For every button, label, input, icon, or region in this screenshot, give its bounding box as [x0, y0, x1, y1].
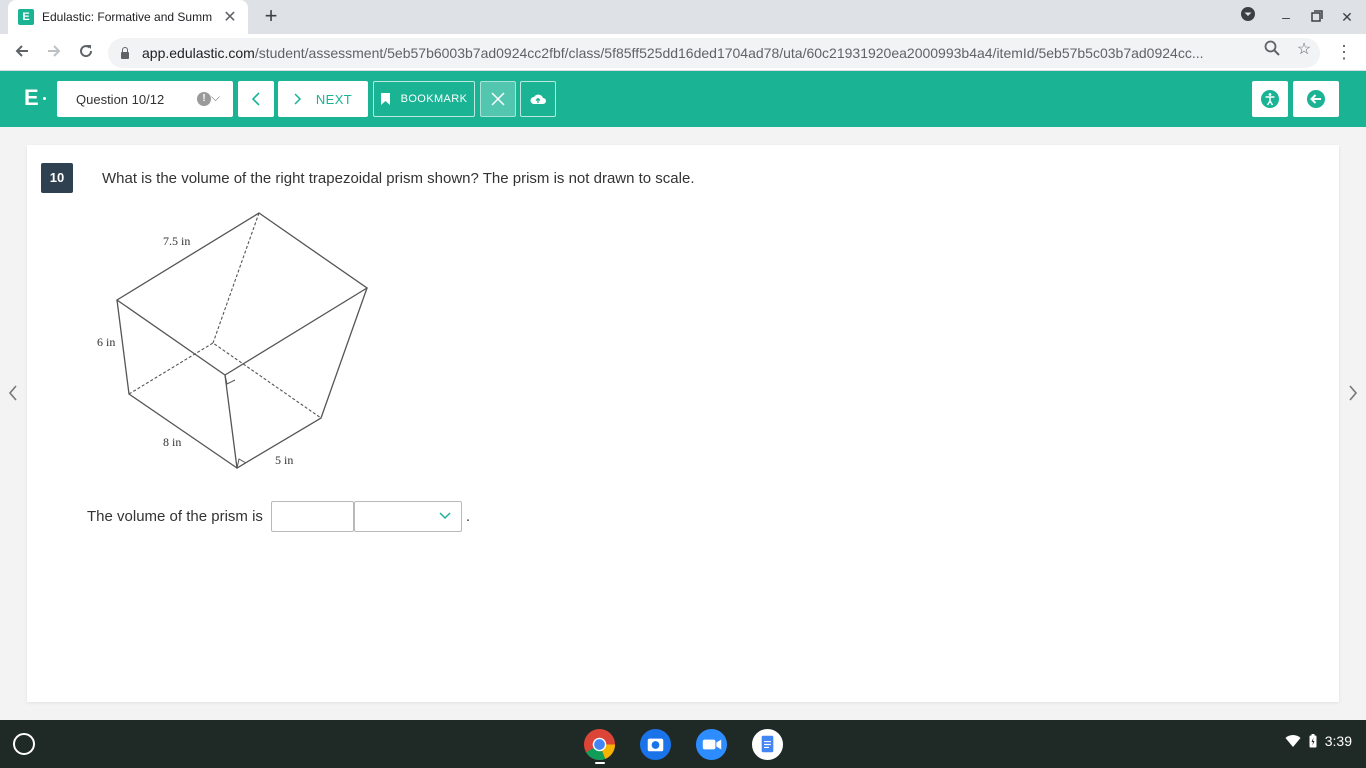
- wifi-icon: [1285, 735, 1301, 747]
- lock-icon: [120, 47, 130, 59]
- forward-icon[interactable]: [41, 40, 67, 66]
- url-path: /student/assessment/5eb57b6003b7ad0924cc…: [254, 45, 1204, 61]
- chevron-down-icon: [439, 508, 451, 523]
- alert-icon: !: [197, 92, 211, 106]
- tab-search-icon[interactable]: [1237, 6, 1259, 28]
- question-text: What is the volume of the right trapezoi…: [102, 170, 695, 187]
- url-field[interactable]: app.edulastic.com/student/assessment/5eb…: [108, 38, 1320, 68]
- browser-tab[interactable]: E Edulastic: Formative and Summ ✕: [8, 0, 248, 34]
- question-card: 10 What is the volume of the right trape…: [27, 145, 1339, 702]
- new-tab-icon[interactable]: +: [258, 4, 284, 30]
- close-icon: [491, 92, 505, 106]
- zoom-app-icon[interactable]: [695, 728, 728, 761]
- edulastic-favicon-icon: E: [18, 9, 34, 25]
- active-app-indicator: [595, 762, 605, 764]
- status-tray[interactable]: 3:39: [1285, 733, 1352, 749]
- previous-page-arrow-icon[interactable]: [5, 384, 21, 406]
- accessibility-icon: [1261, 90, 1279, 108]
- launcher-icon[interactable]: [13, 733, 35, 755]
- browser-menu-icon[interactable]: ⋮: [1332, 40, 1356, 64]
- google-docs-icon[interactable]: [751, 728, 784, 761]
- next-page-arrow-icon[interactable]: [1345, 384, 1361, 406]
- next-label: NEXT: [315, 91, 353, 107]
- bookmark-star-icon[interactable]: ☆: [1294, 40, 1314, 60]
- address-bar: app.edulastic.com/student/assessment/5eb…: [0, 34, 1366, 71]
- eliminator-button[interactable]: [480, 81, 516, 117]
- bookmark-button[interactable]: BOOKMARK: [373, 81, 475, 117]
- question-selector[interactable]: Question 10/12 ! ⌵: [57, 81, 233, 117]
- close-tab-icon[interactable]: ✕: [222, 7, 238, 27]
- assessment-toolbar: E Question 10/12 ! ⌵ NEXT BOOKMARK: [0, 71, 1366, 127]
- edulastic-logo: E: [24, 85, 39, 110]
- unit-dropdown[interactable]: [353, 500, 462, 532]
- chevron-down-icon: ⌵: [211, 90, 221, 104]
- volume-answer-input[interactable]: [270, 500, 354, 532]
- save-button[interactable]: [520, 81, 556, 117]
- tab-title: Edulastic: Formative and Summ: [42, 10, 213, 24]
- clock-time: 3:39: [1324, 733, 1352, 749]
- cloud-upload-icon: [530, 94, 546, 104]
- previous-button[interactable]: [238, 81, 274, 117]
- reload-icon[interactable]: [73, 40, 99, 66]
- answer-suffix: .: [465, 507, 471, 525]
- label-top-edge: 7.5 in: [163, 234, 190, 248]
- minimize-icon[interactable]: –: [1275, 6, 1297, 28]
- close-window-icon[interactable]: ✕: [1336, 6, 1358, 28]
- trapezoidal-prism-figure: 7.5 in 6 in 8 in 5 in: [97, 212, 369, 470]
- label-bottom-right: 5 in: [275, 453, 293, 467]
- label-left-edge: 6 in: [97, 335, 115, 349]
- chevron-right-icon: [294, 93, 301, 105]
- url-host: app.edulastic.com: [142, 45, 255, 61]
- question-number-badge: 10: [41, 163, 73, 193]
- answer-prefix: The volume of the prism is: [87, 507, 263, 525]
- camera-icon[interactable]: [639, 728, 672, 761]
- exit-arrow-icon: [1307, 90, 1325, 108]
- chrome-icon[interactable]: [583, 728, 616, 761]
- question-selector-label: Question 10/12: [76, 91, 165, 107]
- restore-icon[interactable]: [1306, 6, 1328, 28]
- zoom-icon[interactable]: [1262, 40, 1282, 60]
- exit-button[interactable]: [1293, 81, 1339, 117]
- browser-tab-bar: E Edulastic: Formative and Summ ✕ + – ✕: [0, 0, 1366, 34]
- bookmark-label: BOOKMARK: [400, 93, 468, 105]
- next-button[interactable]: NEXT: [278, 81, 368, 117]
- label-bottom-left: 8 in: [163, 435, 181, 449]
- logo-dot: [43, 97, 46, 100]
- back-icon[interactable]: [9, 40, 35, 66]
- bookmark-icon: [380, 93, 390, 105]
- os-shelf: 3:39: [0, 720, 1366, 768]
- battery-icon: [1309, 734, 1317, 748]
- accessibility-button[interactable]: [1252, 81, 1288, 117]
- answer-line: The volume of the prism is .: [87, 500, 470, 532]
